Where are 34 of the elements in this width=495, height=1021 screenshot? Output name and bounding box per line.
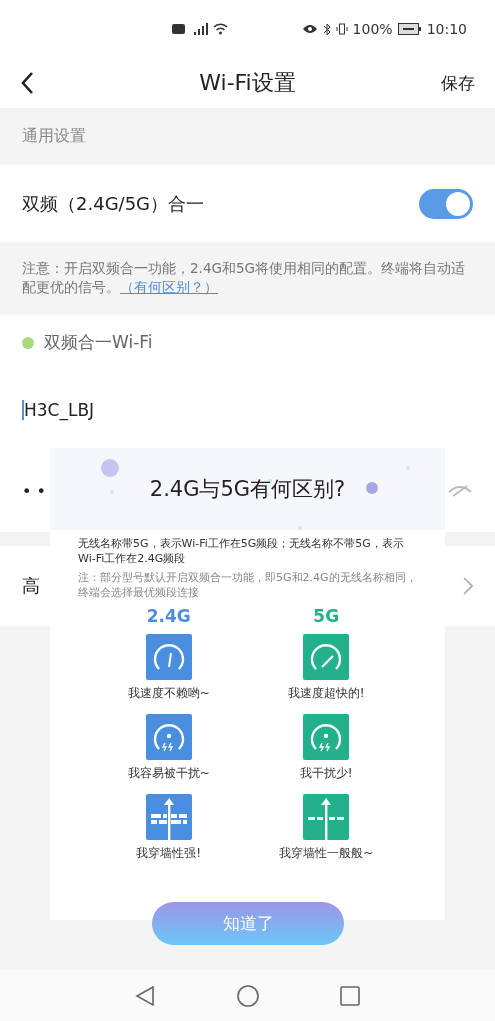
feature-text: 我容易被干扰~ bbox=[127, 765, 210, 782]
back-nav-icon[interactable] bbox=[135, 984, 155, 1007]
advanced-label[interactable]: 高 bbox=[22, 574, 40, 598]
feature-text: 我速度超快的! bbox=[287, 685, 365, 702]
note-text: 注意：开启双频合一功能，2.4G和5G将使用相同的配置。终端将自动适配更优的信号。（有何区别？） bbox=[22, 260, 465, 295]
clock: 10:10 bbox=[426, 21, 467, 37]
eye-off-icon[interactable] bbox=[447, 483, 473, 499]
toggle-label: 双频（2.4G/5G）合一 bbox=[22, 191, 205, 216]
popup-description: 无线名称带5G，表示Wi-Fi工作在5G频段；无线名称不带5G，表示Wi-Fi工作在2.4G频段 bbox=[78, 536, 405, 566]
status-dot-icon bbox=[22, 336, 34, 349]
feature-text: 我穿墙性一般般~ bbox=[279, 845, 374, 862]
battery-percent: 100% bbox=[352, 21, 393, 37]
feature-text: 我干扰少! bbox=[299, 765, 353, 782]
save-button[interactable]: 保存 bbox=[441, 71, 475, 95]
page-title: Wi-Fi设置 bbox=[199, 69, 296, 97]
toggle-switch[interactable] bbox=[419, 188, 473, 219]
section-heading: 通用设置 bbox=[22, 126, 86, 147]
feature-text: 我速度不赖哟~ bbox=[127, 685, 210, 702]
eye-icon bbox=[301, 24, 318, 34]
wifi-label: 双频合一Wi-Fi bbox=[44, 331, 153, 354]
chevron-right-icon[interactable] bbox=[463, 577, 473, 595]
back-icon[interactable] bbox=[20, 71, 34, 95]
recents-nav-icon[interactable] bbox=[340, 985, 360, 1006]
home-nav-icon[interactable] bbox=[236, 984, 259, 1007]
vibrate-icon bbox=[335, 23, 348, 35]
wifi-icon bbox=[213, 23, 228, 35]
password-field[interactable]: • • bbox=[22, 481, 46, 501]
feature-text: 我穿墙性强! bbox=[136, 845, 202, 862]
popup-title: 2.4G与5G有何区别? bbox=[149, 476, 346, 503]
battery-icon bbox=[397, 23, 422, 35]
popup-note: 注：部分型号默认开启双频合一功能，即5G和2.4G的无线名称相同，终端会选择最优频段连接 bbox=[78, 570, 417, 600]
band-heading: 2.4G bbox=[146, 606, 191, 626]
bluetooth-icon bbox=[322, 22, 331, 36]
band-heading: 5G bbox=[313, 606, 340, 626]
